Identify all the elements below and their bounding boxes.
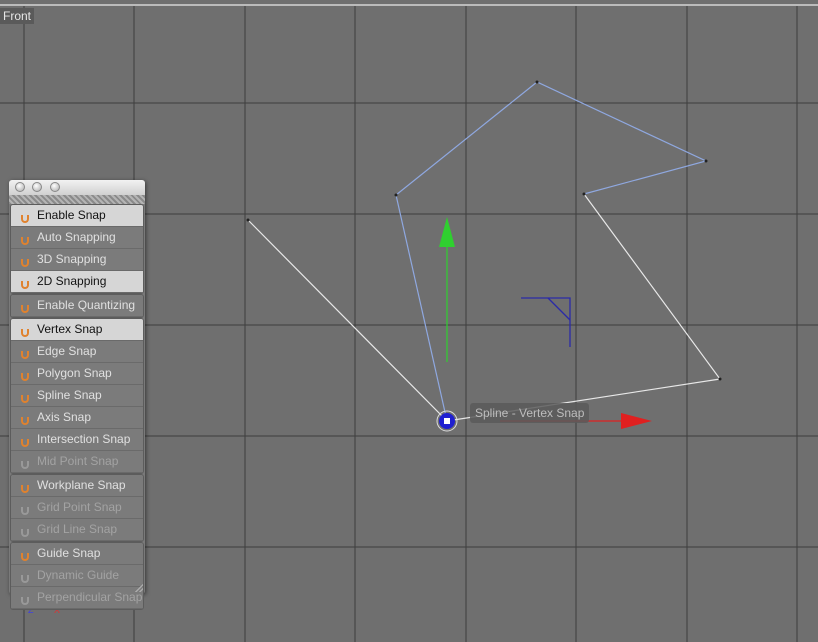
y-axis-handle[interactable]: [439, 217, 455, 362]
menu-item-auto-snapping[interactable]: Auto Snapping: [11, 227, 143, 249]
spline-vertices: [246, 80, 722, 381]
snap-point-icon: [436, 410, 458, 432]
snap-tooltip: Spline - Vertex Snap: [470, 403, 590, 423]
midpoint-snap-icon: [14, 455, 30, 469]
spline[interactable]: [247, 81, 722, 422]
close-button[interactable]: [15, 182, 25, 192]
menu-item-3d-snapping[interactable]: 3D Snapping: [11, 249, 143, 271]
menu-item-label: Auto Snapping: [37, 230, 116, 244]
menu-item-enable-snap[interactable]: Enable Snap: [11, 205, 143, 227]
menu-item-edge-snap[interactable]: Edge Snap: [11, 341, 143, 363]
menu-item-spline-snap[interactable]: Spline Snap: [11, 385, 143, 407]
plane-handle[interactable]: [521, 297, 571, 347]
snap-group: Workplane Snap Grid Point Snap Grid Line S…: [10, 474, 144, 542]
menu-item-enable-quantizing[interactable]: Enable Quantizing: [11, 295, 143, 317]
menu-item-mid-point-snap[interactable]: Mid Point Snap: [11, 451, 143, 473]
polygon-snap-icon: [14, 367, 30, 381]
menu-item-polygon-snap[interactable]: Polygon Snap: [11, 363, 143, 385]
snap-group: Enable Quantizing: [10, 294, 144, 318]
perpendicular-snap-icon: [14, 591, 30, 605]
vertex-snap-icon: [14, 323, 30, 337]
menu-item-grid-line-snap[interactable]: Grid Line Snap: [11, 519, 143, 541]
menu-item-label: Vertex Snap: [37, 322, 103, 336]
menu-item-label: Enable Quantizing: [37, 298, 136, 312]
snap-group: Vertex Snap Edge Snap Polygon Snap Spline S…: [10, 318, 144, 474]
minimize-button[interactable]: [32, 182, 42, 192]
grid-line-snap-icon: [14, 523, 30, 537]
menu-item-label: Spline Snap: [37, 388, 102, 402]
menu-item-label: Mid Point Snap: [37, 454, 119, 468]
magnet-icon: [14, 209, 30, 223]
menu-item-grid-point-snap[interactable]: Grid Point Snap: [11, 497, 143, 519]
menu-item-label: 2D Snapping: [37, 274, 107, 288]
menu-item-label: Axis Snap: [37, 410, 92, 424]
menu-item-label: Guide Snap: [37, 546, 101, 560]
menu-item-perpendicular-snap[interactable]: Perpendicular Snap: [11, 587, 143, 609]
edge-snap-icon: [14, 345, 30, 359]
workplane-snap-icon: [14, 479, 30, 493]
menu-item-2d-snapping[interactable]: 2D Snapping: [11, 271, 143, 293]
menu-item-label: Workplane Snap: [37, 478, 126, 492]
snap-group: Guide Snap Dynamic Guide Perpendicular Sna…: [10, 542, 144, 610]
panel-drag-handle[interactable]: [9, 195, 145, 204]
resize-grip[interactable]: [135, 584, 143, 592]
snap-group: Enable Snap Auto Snapping 3D Snapping 2D Sn…: [10, 204, 144, 294]
3d-snap-icon: [14, 253, 30, 267]
panel-title-bar[interactable]: [9, 180, 145, 195]
menu-item-label: Edge Snap: [37, 344, 97, 358]
menu-item-label: Grid Point Snap: [37, 500, 122, 514]
snap-settings-panel: Enable Snap Auto Snapping 3D Snapping 2D Sn…: [9, 180, 145, 610]
menu-item-label: Polygon Snap: [37, 366, 112, 380]
quantize-icon: [14, 299, 30, 313]
menu-item-label: Dynamic Guide: [37, 568, 120, 582]
menu-item-intersection-snap[interactable]: Intersection Snap: [11, 429, 143, 451]
axis-snap-icon: [14, 411, 30, 425]
dynamic-guide-icon: [14, 569, 30, 583]
menu-item-label: Grid Line Snap: [37, 522, 118, 536]
menu-item-axis-snap[interactable]: Axis Snap: [11, 407, 143, 429]
2d-snap-icon: [14, 275, 30, 289]
auto-snap-icon: [14, 231, 30, 245]
menu-item-label: Intersection Snap: [37, 432, 131, 446]
menu-item-label: Enable Snap: [37, 208, 106, 222]
viewport-label: Front: [0, 8, 35, 24]
menu-item-label: Perpendicular Snap: [37, 590, 143, 604]
zoom-button[interactable]: [50, 182, 60, 192]
menu-item-label: 3D Snapping: [37, 252, 107, 266]
menu-item-dynamic-guide[interactable]: Dynamic Guide: [11, 565, 143, 587]
intersection-snap-icon: [14, 433, 30, 447]
menu-item-workplane-snap[interactable]: Workplane Snap: [11, 475, 143, 497]
grid-point-snap-icon: [14, 501, 30, 515]
guide-snap-icon: [14, 547, 30, 561]
spline-snap-icon: [14, 389, 30, 403]
menu-item-vertex-snap[interactable]: Vertex Snap: [11, 319, 143, 341]
menu-item-guide-snap[interactable]: Guide Snap: [11, 543, 143, 565]
